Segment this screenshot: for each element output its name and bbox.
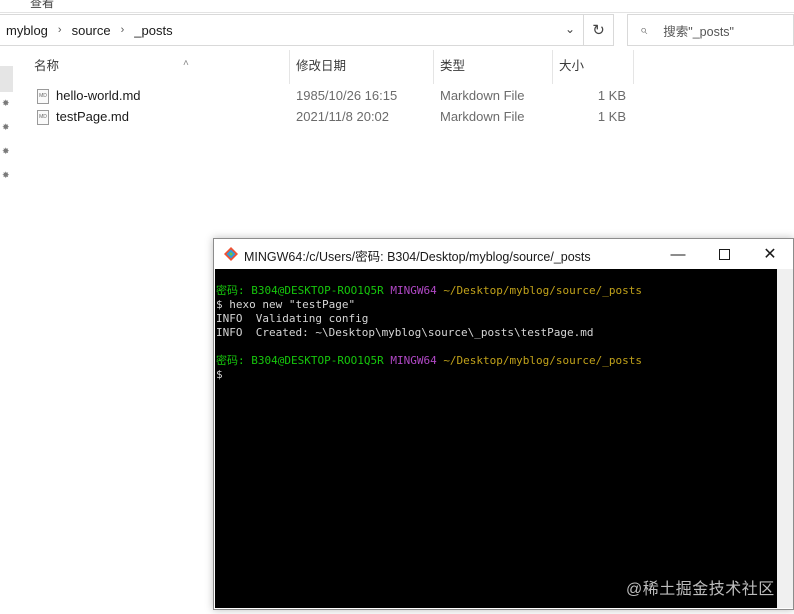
chevron-down-icon[interactable]: ⌄ — [565, 22, 575, 36]
file-name: testPage.md — [56, 109, 129, 124]
output-line: INFO Validating config — [216, 312, 369, 325]
prompt-line: 密码: B304@DESKTOP-ROO1Q5R MINGW64 ~/Deskt… — [216, 284, 777, 298]
file-type: Markdown File — [440, 109, 525, 124]
refresh-button[interactable]: ↻ — [584, 14, 614, 46]
file-row[interactable]: MD testPage.md 2021/11/8 20:02 Markdown … — [30, 108, 630, 129]
file-size: 1 KB — [597, 109, 626, 124]
prompt-user: 密码: B304@DESKTOP-ROO1Q5R — [216, 354, 384, 367]
close-icon: ✕ — [763, 246, 777, 263]
maximize-icon — [718, 248, 730, 260]
terminal-title: MINGW64:/c/Users/密码: B304/Desktop/myblog… — [244, 250, 591, 264]
terminal-titlebar[interactable]: MINGW64:/c/Users/密码: B304/Desktop/myblog… — [214, 239, 793, 269]
command-line: $ hexo new "testPage" — [216, 298, 356, 311]
column-name[interactable]: 名称 ˄ — [28, 50, 290, 84]
markdown-file-icon: MD — [37, 110, 49, 125]
git-app-icon — [224, 247, 238, 261]
column-type-label: 类型 — [440, 59, 466, 73]
close-button[interactable]: ✕ — [747, 239, 793, 269]
pin-icon[interactable]: ✸ — [2, 170, 10, 181]
terminal-output[interactable]: 密码: B304@DESKTOP-ROO1Q5R MINGW64 ~/Deskt… — [215, 269, 777, 608]
file-size: 1 KB — [597, 88, 626, 103]
markdown-file-icon: MD — [37, 89, 49, 104]
prompt-host: MINGW64 — [390, 284, 437, 297]
search-icon: ⌕ — [640, 22, 648, 37]
search-input[interactable]: ⌕ 搜索"_posts" — [627, 14, 794, 46]
pin-icon[interactable]: ✸ — [2, 146, 10, 157]
file-type: Markdown File — [440, 88, 525, 103]
output-line: INFO Created: ~\Desktop\myblog\source\_p… — [216, 326, 594, 339]
column-size[interactable]: 大小 — [553, 50, 634, 84]
file-name: hello-world.md — [56, 88, 141, 103]
terminal-window[interactable]: MINGW64:/c/Users/密码: B304/Desktop/myblog… — [213, 238, 794, 610]
breadcrumb-posts[interactable]: _posts — [134, 23, 172, 38]
file-date: 1985/10/26 16:15 — [296, 88, 398, 103]
breadcrumb-myblog[interactable]: myblog — [6, 23, 48, 38]
column-name-label: 名称 — [34, 59, 60, 73]
search-placeholder: 搜索"_posts" — [663, 24, 734, 39]
column-headers: 名称 ˄ 修改日期 类型 大小 — [14, 50, 634, 84]
prompt-path: ~/Desktop/myblog/source/_posts — [443, 284, 642, 297]
watermark: @稀土掘金技术社区 — [626, 581, 775, 598]
chevron-right-icon[interactable]: › — [58, 24, 62, 36]
pin-icon[interactable]: ✸ — [2, 98, 10, 109]
prompt-user: 密码: B304@DESKTOP-ROO1Q5R — [216, 284, 384, 297]
column-date[interactable]: 修改日期 — [290, 50, 434, 84]
maximize-button[interactable] — [701, 239, 747, 269]
prompt-host: MINGW64 — [390, 354, 437, 367]
nav-selection[interactable] — [0, 66, 13, 92]
file-row[interactable]: MD hello-world.md 1985/10/26 16:15 Markd… — [30, 87, 630, 108]
column-size-label: 大小 — [559, 59, 585, 73]
column-date-label: 修改日期 — [296, 59, 347, 73]
prompt-line: 密码: B304@DESKTOP-ROO1Q5R MINGW64 ~/Deskt… — [216, 354, 777, 368]
file-date: 2021/11/8 20:02 — [296, 109, 390, 124]
minimize-icon: — — [670, 245, 686, 263]
address-bar[interactable]: myblog › source › _posts ⌄ — [0, 14, 584, 46]
prompt-path: ~/Desktop/myblog/source/_posts — [443, 354, 642, 367]
terminal-scrollbar[interactable] — [777, 269, 793, 608]
minimize-button[interactable]: — — [655, 239, 701, 269]
refresh-icon: ↻ — [592, 22, 605, 39]
pin-icon[interactable]: ✸ — [2, 122, 10, 133]
column-type[interactable]: 类型 — [434, 50, 553, 84]
ribbon-tab-partial[interactable]: 查看 — [30, 0, 54, 11]
breadcrumb-source[interactable]: source — [72, 23, 111, 38]
input-line[interactable]: $ — [216, 368, 777, 382]
ribbon-strip: 查看 — [0, 0, 794, 13]
sort-ascending-icon: ˄ — [183, 58, 189, 69]
navigation-pane-edge: ✸ ✸ ✸ ✸ — [0, 66, 14, 614]
chevron-right-icon[interactable]: › — [121, 24, 125, 36]
